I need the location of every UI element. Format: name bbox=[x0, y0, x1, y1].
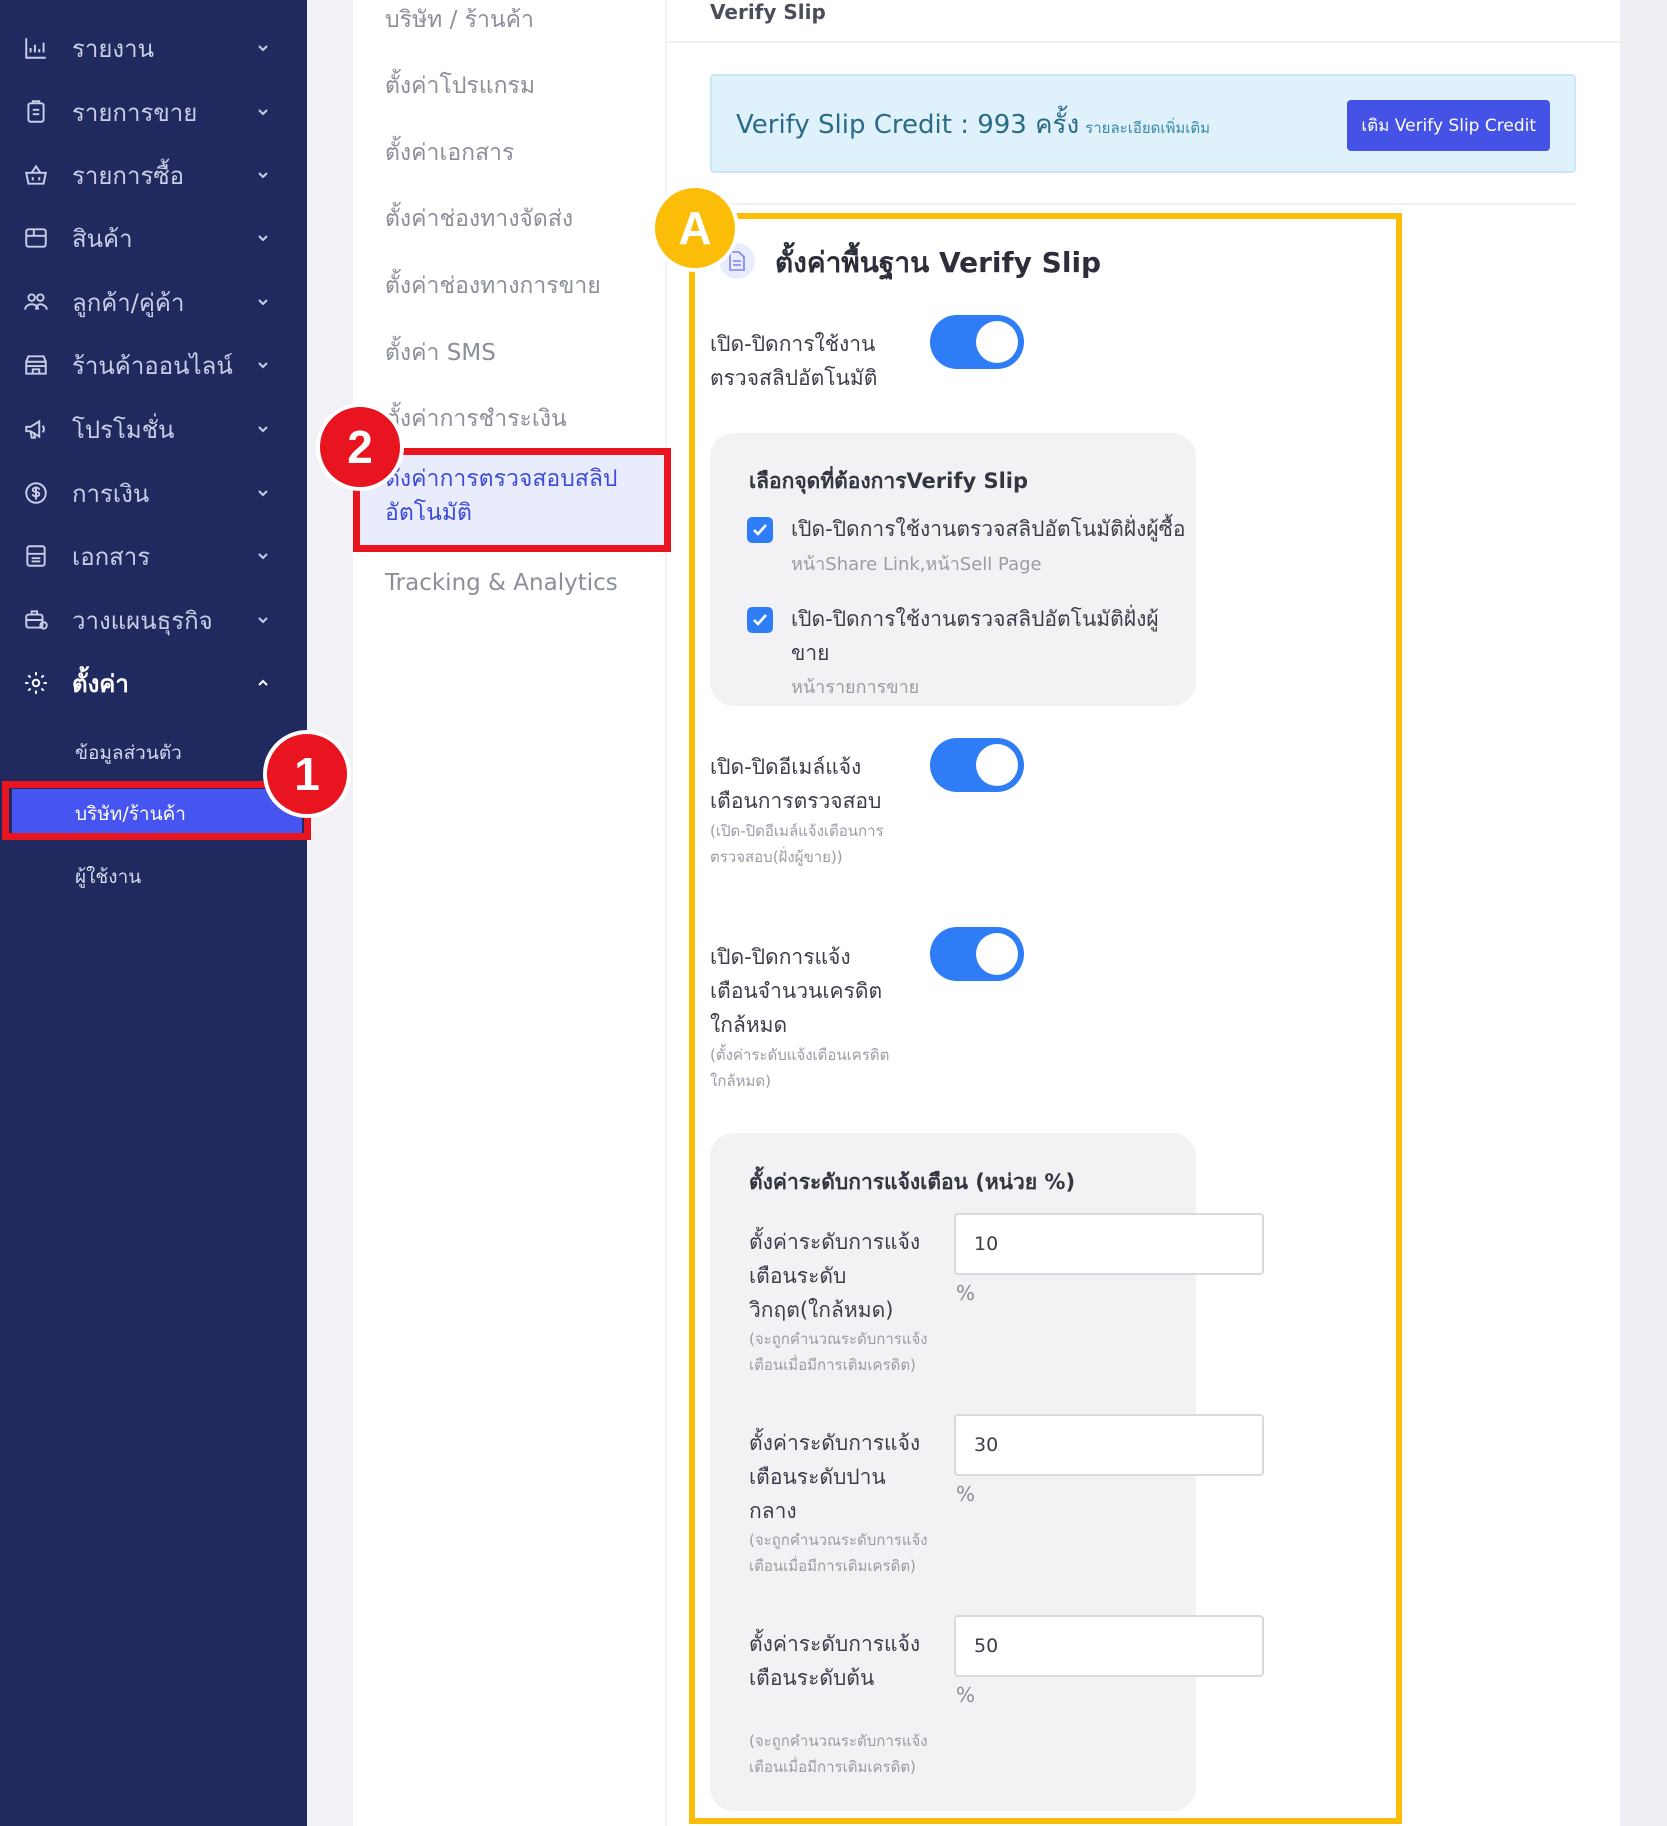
chevron-down-icon bbox=[258, 426, 268, 433]
chevron-up-icon bbox=[258, 679, 268, 686]
annotation-badge-a: A bbox=[651, 184, 739, 272]
settings-submenu: บริษัท / ร้านค้า ตั้งค่าโปรแกรม ตั้งค่าเ… bbox=[353, 0, 665, 1826]
submenu-shipping-settings[interactable]: ตั้งค่าช่องทางจัดส่ง bbox=[385, 201, 573, 237]
sidebar-sub-profile[interactable]: ข้อมูลส่วนตัว bbox=[75, 738, 182, 768]
nav-label: รายงาน bbox=[72, 34, 155, 63]
briefcase-icon bbox=[22, 606, 50, 634]
chevron-down-icon bbox=[258, 45, 268, 52]
submenu-sales-channel-settings[interactable]: ตั้งค่าช่องทางการขาย bbox=[385, 268, 601, 304]
nav-item-reports[interactable]: รายงาน bbox=[0, 22, 307, 74]
users-icon bbox=[22, 288, 50, 316]
basket-icon bbox=[22, 161, 50, 189]
nav-item-promotions[interactable]: โปรโมชั่น bbox=[0, 403, 307, 455]
sidebar-sub-users[interactable]: ผู้ใช้งาน bbox=[75, 862, 141, 892]
nav-label: วางแผนธุรกิจ bbox=[72, 606, 213, 635]
chevron-down-icon bbox=[258, 172, 268, 179]
credit-detail-link[interactable]: รายละเอียดเพิ่มเติม bbox=[1085, 119, 1210, 137]
nav-label: เอกสาร bbox=[72, 542, 151, 571]
nav-item-customers[interactable]: ลูกค้า/คู่ค้า bbox=[0, 276, 307, 328]
nav-label: รายการขาย bbox=[72, 98, 198, 127]
nav-label: สินค้า bbox=[72, 224, 133, 253]
clipboard-icon bbox=[22, 98, 50, 126]
chevron-down-icon bbox=[258, 109, 268, 116]
divider bbox=[710, 203, 1576, 205]
submenu-document-settings[interactable]: ตั้งค่าเอกสาร bbox=[385, 135, 514, 171]
annotation-badge-2: 2 bbox=[316, 403, 404, 491]
page-title: Verify Slip bbox=[710, 0, 826, 24]
submenu-company-store[interactable]: บริษัท / ร้านค้า bbox=[385, 2, 534, 38]
chevron-down-icon bbox=[258, 553, 268, 560]
chevron-down-icon bbox=[258, 490, 268, 497]
document-icon bbox=[22, 542, 50, 570]
gear-icon bbox=[22, 669, 50, 697]
highlight-box-1 bbox=[2, 781, 311, 840]
nav-label: โปรโมชั่น bbox=[72, 415, 175, 444]
submenu-program-settings[interactable]: ตั้งค่าโปรแกรม bbox=[385, 68, 535, 104]
nav-label: รายการซื้อ bbox=[72, 161, 185, 190]
credit-info: Verify Slip Credit : 993 ครั้ง รายละเอียด… bbox=[736, 104, 1210, 145]
highlight-box-a bbox=[689, 213, 1402, 1824]
chevron-down-icon bbox=[258, 299, 268, 306]
chevron-down-icon bbox=[258, 617, 268, 624]
topup-credit-button[interactable]: เติม Verify Slip Credit bbox=[1347, 100, 1550, 151]
chevron-down-icon bbox=[258, 235, 268, 242]
submenu-payment-settings[interactable]: ตั้งค่าการชำระเงิน bbox=[385, 401, 567, 437]
chevron-down-icon bbox=[258, 362, 268, 369]
divider bbox=[667, 41, 1620, 43]
dollar-icon bbox=[22, 479, 50, 507]
nav-item-sales[interactable]: รายการขาย bbox=[0, 86, 307, 138]
nav-item-business-plan[interactable]: วางแผนธุรกิจ bbox=[0, 594, 307, 646]
store-icon bbox=[22, 351, 50, 379]
submenu-sms-settings[interactable]: ตั้งค่า SMS bbox=[385, 335, 496, 371]
nav-item-settings[interactable]: ตั้งค่า bbox=[0, 657, 307, 709]
nav-item-online-store[interactable]: ร้านค้าออนไลน์ bbox=[0, 339, 307, 391]
megaphone-icon bbox=[22, 415, 50, 443]
nav-item-finance[interactable]: การเงิน bbox=[0, 467, 307, 519]
nav-label: ร้านค้าออนไลน์ bbox=[72, 351, 233, 380]
nav-item-documents[interactable]: เอกสาร bbox=[0, 530, 307, 582]
nav-item-products[interactable]: สินค้า bbox=[0, 212, 307, 264]
credit-text: Verify Slip Credit : 993 ครั้ง bbox=[736, 110, 1080, 140]
annotation-badge-1: 1 bbox=[263, 730, 351, 818]
page-gutter bbox=[1620, 0, 1667, 1826]
nav-item-purchases[interactable]: รายการซื้อ bbox=[0, 149, 307, 201]
bar-chart-icon bbox=[22, 34, 50, 62]
box-icon bbox=[22, 224, 50, 252]
credit-banner: Verify Slip Credit : 993 ครั้ง รายละเอียด… bbox=[710, 74, 1576, 173]
submenu-tracking-analytics[interactable]: Tracking & Analytics bbox=[385, 570, 618, 596]
nav-label: ลูกค้า/คู่ค้า bbox=[72, 288, 185, 317]
sidebar: รายงาน รายการขาย รายการซื้อ สินค้า ลูกค้… bbox=[0, 0, 307, 1826]
nav-label: ตั้งค่า bbox=[72, 669, 129, 698]
nav-label: การเงิน bbox=[72, 479, 150, 508]
